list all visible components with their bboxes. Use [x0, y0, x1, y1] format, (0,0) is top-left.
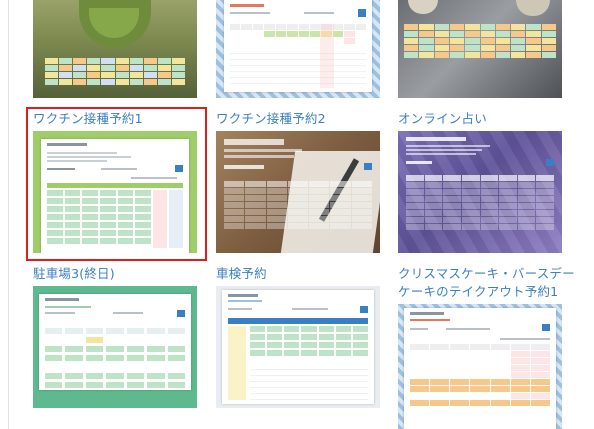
- thumbnail-top-left[interactable]: [33, 0, 197, 98]
- thumbnail-online-fortune[interactable]: [398, 131, 562, 253]
- thumbnail-top-middle[interactable]: [216, 0, 380, 98]
- card-title-vaccine-2[interactable]: ワクチン接種予約2: [216, 110, 326, 127]
- thumbnail-vaccine-1[interactable]: [33, 131, 197, 253]
- left-divider: [8, 0, 9, 429]
- card-title-christmas-cake-line2[interactable]: ケーキのテイクアウト予約1: [398, 283, 558, 300]
- card-title-car-inspection[interactable]: 車検予約: [216, 265, 267, 282]
- thumbnail-vaccine-2[interactable]: [216, 131, 380, 253]
- card-title-online-fortune[interactable]: オンライン占い: [398, 110, 487, 127]
- thumbnail-car-inspection[interactable]: [216, 286, 380, 408]
- card-title-vaccine-1[interactable]: ワクチン接種予約1: [33, 110, 143, 127]
- thumbnail-christmas-cake[interactable]: [398, 304, 562, 429]
- thumbnail-parking-3[interactable]: [33, 286, 197, 408]
- card-title-christmas-cake-line1[interactable]: クリスマスケーキ・バースデー: [398, 265, 575, 282]
- card-title-parking-3[interactable]: 駐車場3(終日): [33, 265, 115, 282]
- thumbnail-top-right[interactable]: [398, 0, 562, 98]
